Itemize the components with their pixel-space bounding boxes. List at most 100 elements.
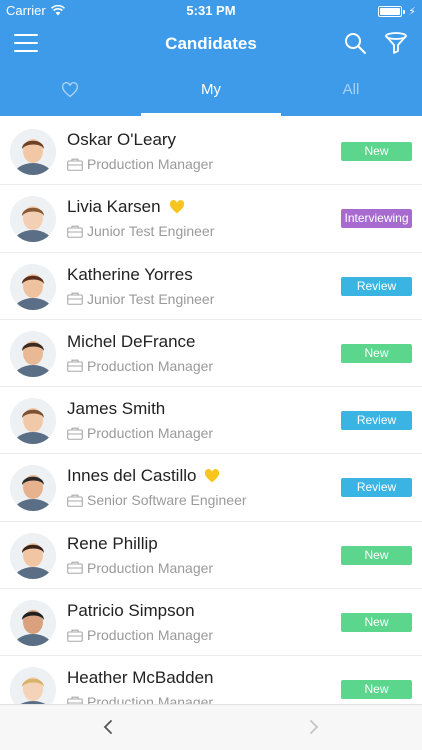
avatar (10, 196, 56, 243)
avatar-photo (10, 667, 56, 704)
status-time: 5:31 PM (186, 3, 236, 18)
battery-body (378, 6, 403, 17)
candidate-role: Senior Software Engineer (87, 492, 247, 509)
filter-icon[interactable] (384, 31, 408, 55)
candidate-name: Katherine Yorres (67, 264, 193, 284)
status-badge: New (341, 142, 412, 161)
status-bar: Carrier 5:31 PM ⚡ (0, 0, 422, 22)
candidate-role: Production Manager (87, 425, 214, 442)
briefcase-icon (67, 629, 83, 642)
search-icon[interactable] (343, 31, 367, 55)
candidate-name: Oskar O'Leary (67, 130, 177, 149)
briefcase-icon (67, 158, 83, 171)
avatar-photo (10, 129, 56, 175)
status-badge: Review (341, 478, 412, 498)
avatar-photo (10, 263, 56, 310)
role-line: Production Manager (67, 358, 213, 374)
avatar (10, 330, 56, 377)
name-line: James Smith (67, 399, 165, 419)
briefcase-icon (67, 427, 83, 440)
status-badge: Review (341, 411, 412, 431)
candidate-name: Livia Karsen (67, 197, 161, 217)
candidate-role: Production Manager (87, 357, 214, 374)
status-badge: Interviewing (341, 209, 412, 229)
active-tab-indicator (141, 113, 281, 116)
name-line: Michel DeFrance (67, 332, 196, 352)
favorite-heart-icon[interactable] (204, 469, 220, 483)
charging-icon: ⚡ (408, 6, 416, 18)
candidate-row[interactable]: James Smith Production Manager Review (0, 387, 422, 455)
candidate-row[interactable]: Innes del Castillo Senior Software Engin… (0, 454, 422, 522)
candidate-name: James Smith (67, 399, 166, 419)
favorite-heart-icon[interactable] (169, 200, 185, 214)
name-line: Livia Karsen (67, 197, 185, 217)
candidate-row[interactable]: Oskar O'Leary Production Manager New (0, 118, 422, 186)
battery-fill (380, 8, 401, 15)
avatar-photo (10, 196, 56, 243)
nav-bar: Candidates (0, 22, 422, 66)
role-line: Production Manager (67, 560, 213, 576)
role-line: Production Manager (67, 627, 213, 643)
name-line: Patricio Simpson (67, 601, 195, 621)
avatar (10, 667, 56, 704)
candidate-row[interactable]: Patricio Simpson Production Manager New (0, 589, 422, 657)
avatar-photo (10, 532, 56, 579)
briefcase-icon (67, 225, 83, 238)
tab-all[interactable]: All (281, 68, 421, 116)
candidate-row[interactable]: Rene Phillip Production Manager New (0, 521, 422, 590)
candidate-role: Production Manager (87, 694, 214, 704)
forward-arrow-icon[interactable] (306, 717, 322, 737)
candidate-name: Rene Phillip (67, 533, 158, 553)
tab-favorites[interactable] (0, 68, 140, 116)
candidate-role: Production Manager (87, 156, 214, 172)
role-line: Production Manager (67, 425, 213, 441)
candidate-role: Junior Test Engineer (87, 290, 215, 307)
role-line: Production Manager (67, 694, 213, 704)
avatar-photo (10, 330, 56, 377)
avatar-photo (10, 398, 56, 445)
avatar (10, 263, 56, 310)
role-line: Junior Test Engineer (67, 223, 214, 239)
briefcase-icon (67, 561, 83, 575)
candidate-name: Michel DeFrance (67, 331, 196, 351)
battery-icon: ⚡ (378, 5, 416, 18)
candidate-row[interactable]: Michel DeFrance Production Manager New (0, 319, 422, 388)
candidate-name: Innes del Castillo (67, 466, 197, 486)
avatar (10, 465, 56, 512)
avatar (10, 129, 56, 175)
candidate-role: Production Manager (87, 559, 214, 576)
role-line: Production Manager (67, 156, 213, 172)
back-arrow-icon[interactable] (100, 717, 116, 737)
name-line: Heather McBadden (67, 668, 213, 688)
status-badge: New (341, 613, 412, 633)
role-line: Junior Test Engineer (67, 291, 214, 307)
briefcase-icon (67, 494, 83, 507)
header: Carrier 5:31 PM ⚡ Candidates My All (0, 0, 422, 116)
tab-my[interactable]: My (141, 68, 281, 116)
name-line: Innes del Castillo (67, 466, 220, 486)
status-badge: New (341, 545, 412, 565)
candidate-list: Oskar O'Leary Production Manager New Liv… (0, 118, 422, 704)
role-line: Senior Software Engineer (67, 492, 247, 508)
battery-tip (403, 9, 406, 14)
avatar-photo (10, 465, 56, 512)
name-line: Katherine Yorres (67, 265, 193, 285)
tab-bar: My All (0, 68, 422, 116)
name-line: Oskar O'Leary (67, 130, 176, 150)
candidate-row[interactable]: Heather McBadden Production Manager New (0, 656, 422, 704)
heart-icon (62, 82, 78, 98)
briefcase-icon (67, 360, 83, 373)
status-badge: New (341, 680, 412, 700)
avatar (10, 600, 56, 647)
briefcase-icon (67, 292, 83, 305)
bottom-toolbar (0, 704, 422, 750)
candidate-row[interactable]: Livia Karsen Junior Test Engineer Interv… (0, 185, 422, 253)
avatar (10, 532, 56, 579)
candidate-role: Production Manager (87, 627, 214, 644)
briefcase-icon (67, 696, 83, 704)
candidate-role: Junior Test Engineer (87, 223, 215, 240)
name-line: Rene Phillip (67, 534, 158, 554)
status-badge: Review (341, 276, 412, 296)
candidate-row[interactable]: Katherine Yorres Junior Test Engineer Re… (0, 252, 422, 320)
status-badge: New (341, 343, 412, 363)
